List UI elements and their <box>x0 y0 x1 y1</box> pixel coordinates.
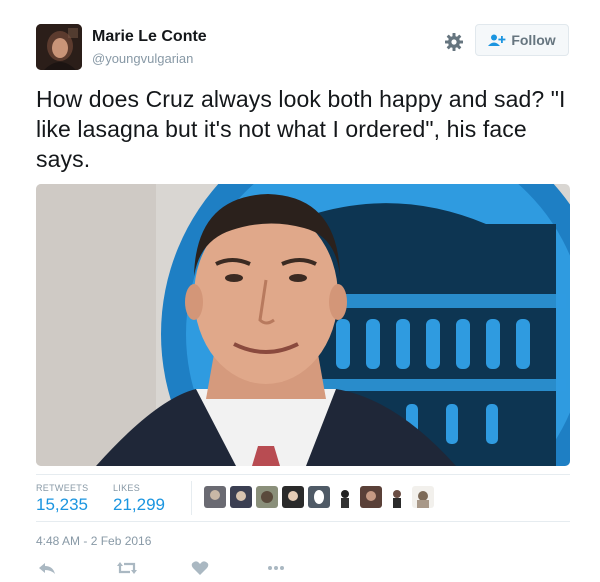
liker-avatar[interactable] <box>412 486 434 508</box>
liker-avatar[interactable] <box>334 486 356 508</box>
likes-count[interactable]: 21,299 <box>113 495 165 515</box>
author-name[interactable]: Marie Le Conte <box>92 28 207 46</box>
retweet-icon[interactable] <box>116 560 138 581</box>
reply-icon[interactable] <box>38 560 56 581</box>
tweet-stats: RETWEETS 15,235 LIKES 21,299 <box>36 474 570 522</box>
heart-icon[interactable] <box>191 560 209 581</box>
author-avatar[interactable] <box>36 24 82 70</box>
stats-divider <box>191 481 192 515</box>
tweet-timestamp[interactable]: 4:48 AM - 2 Feb 2016 <box>36 534 151 548</box>
author-handle[interactable]: @youngvulgarian <box>92 51 193 66</box>
liker-avatar[interactable] <box>282 486 304 508</box>
retweets-count[interactable]: 15,235 <box>36 495 88 515</box>
more-dots-icon[interactable] <box>266 560 286 581</box>
liker-avatar[interactable] <box>256 486 278 508</box>
liker-avatar[interactable] <box>386 486 408 508</box>
liker-avatar[interactable] <box>360 486 382 508</box>
liker-avatar[interactable] <box>204 486 226 508</box>
follow-label: Follow <box>511 32 556 48</box>
liker-avatar[interactable] <box>308 486 330 508</box>
tweet-actions <box>36 560 336 582</box>
tweet-text: How does Cruz always look both happy and… <box>36 86 566 172</box>
likes-label: LIKES <box>113 483 141 493</box>
person-plus-icon <box>488 34 506 46</box>
follow-button[interactable]: Follow <box>475 24 569 56</box>
liker-avatar[interactable] <box>230 486 252 508</box>
liker-avatars <box>204 486 434 510</box>
retweets-label: RETWEETS <box>36 483 89 493</box>
tweet-header: Marie Le Conte @youngvulgarian Follow <box>36 22 570 72</box>
gear-icon[interactable] <box>444 32 464 52</box>
tweet-photo[interactable] <box>36 184 570 466</box>
